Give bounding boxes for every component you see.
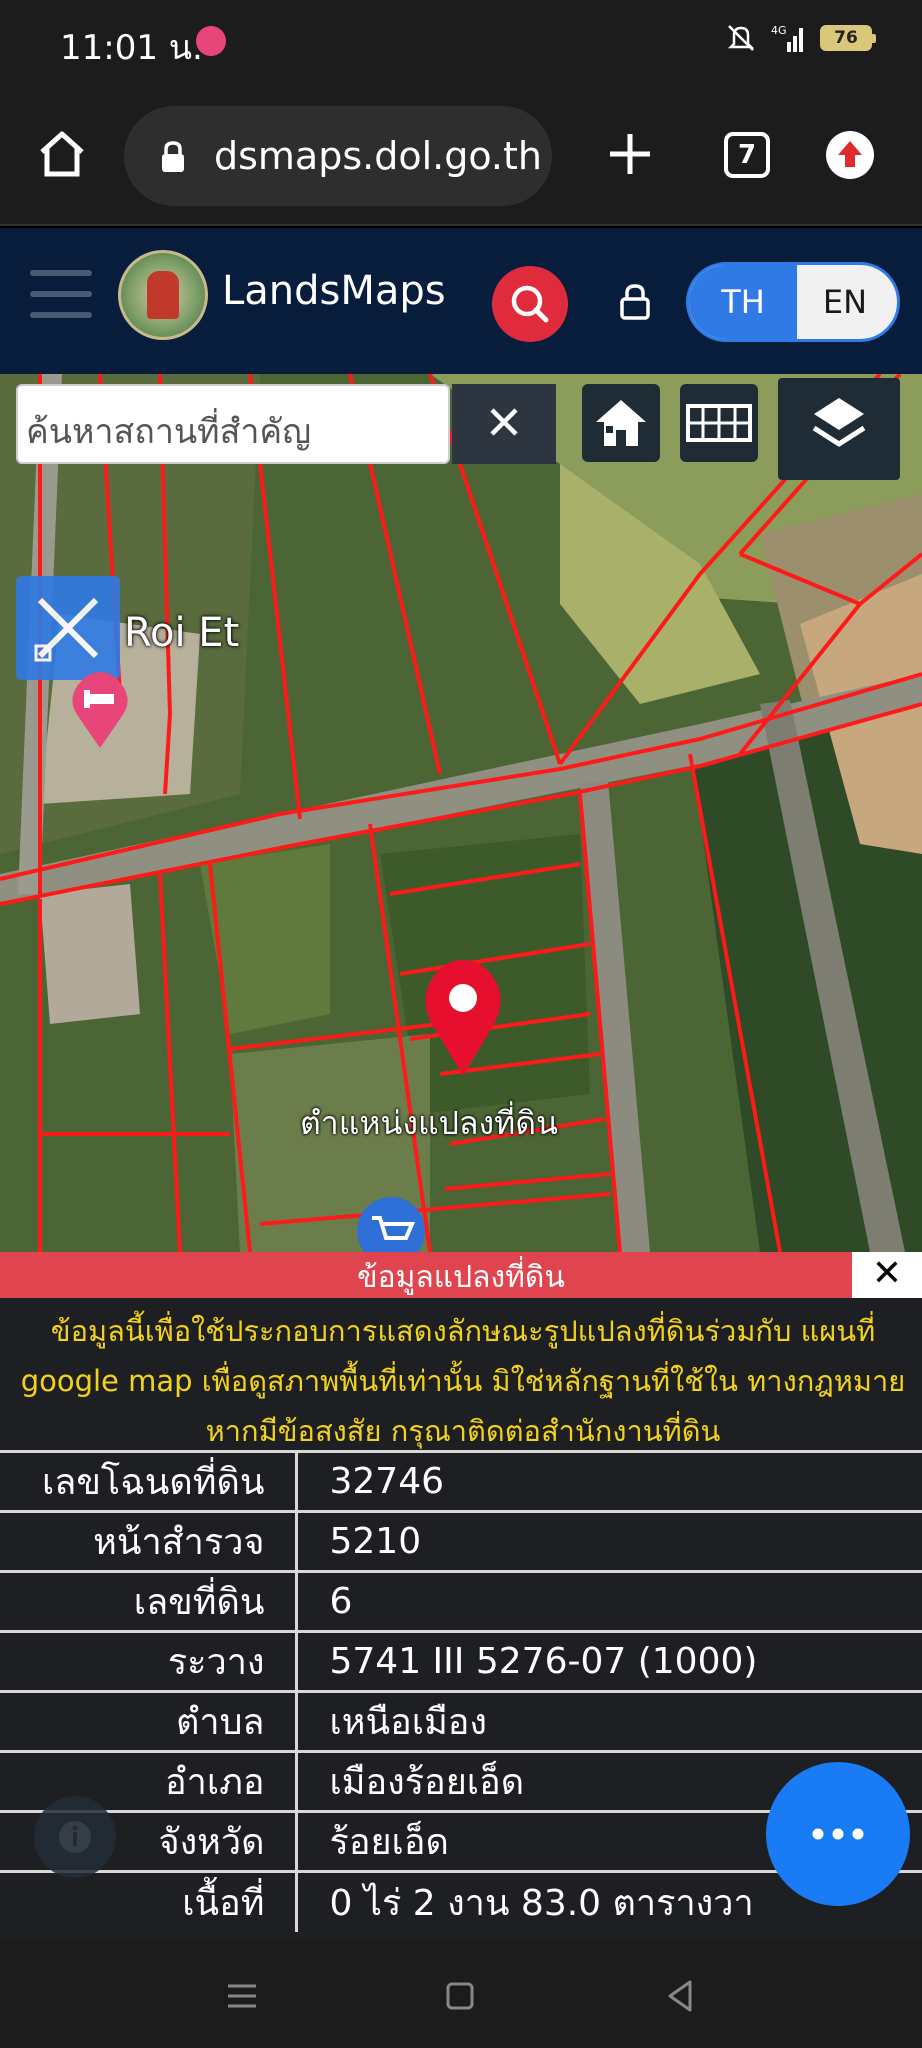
parcel-row: เลขโฉนดที่ดิน 32746 — [0, 1450, 922, 1512]
app-title: LandsMaps — [222, 268, 446, 314]
status-bar: 11:01 น. 4G 76 — [0, 0, 922, 84]
plus-icon[interactable] — [606, 130, 654, 178]
search-icon — [511, 285, 549, 323]
layers-button[interactable] — [778, 378, 900, 480]
browser-toolbar: dsmaps.dol.go.th 7 — [0, 84, 922, 226]
parcel-info-title: ข้อมูลแปลงที่ดิน — [357, 1260, 565, 1295]
grid-button[interactable] — [680, 384, 758, 462]
parcel-row: หน้าสำรวจ 5210 — [0, 1510, 922, 1572]
place-search-input[interactable]: ค้นหาสถานที่สำคัญ — [16, 384, 450, 464]
parcel-field-label: เนื้อที่ — [0, 1870, 298, 1932]
more-dots-icon — [812, 1828, 864, 1840]
login-lock-icon[interactable] — [616, 282, 654, 322]
parcel-pin-label: ตำแหน่งแปลงที่ดิน — [300, 1104, 558, 1142]
signal-4g-icon: 4G — [771, 24, 803, 52]
parcel-field-label: ระวาง — [0, 1630, 298, 1692]
update-arrow-icon[interactable] — [826, 131, 874, 179]
shopping-cart-pin-icon[interactable] — [354, 1194, 428, 1252]
place-label: Roi Et — [124, 610, 240, 656]
status-icons: 4G 76 — [726, 22, 876, 54]
back-icon[interactable] — [660, 1976, 700, 2016]
place-search-placeholder: ค้นหาสถานที่สำคัญ — [26, 412, 312, 452]
parcel-location-pin-icon[interactable] — [418, 958, 508, 1078]
recent-apps-icon[interactable] — [222, 1976, 262, 2016]
home-nav-icon[interactable] — [440, 1976, 480, 2016]
menu-icon[interactable] — [30, 270, 92, 320]
search-button[interactable] — [492, 266, 568, 342]
lock-icon — [162, 141, 184, 172]
parcel-field-label: หน้าสำรวจ — [0, 1510, 298, 1572]
address-bar[interactable]: dsmaps.dol.go.th — [124, 106, 552, 206]
parcel-field-value: 5741 III 5276-07 (1000) — [296, 1630, 922, 1692]
disclaimer-text: ข้อมูลนี้เพื่อใช้ประกอบการแสดงลักษณะรูปแ… — [20, 1314, 906, 1448]
dol-logo — [118, 250, 208, 340]
panda-app-icon — [196, 26, 226, 56]
lang-th-option[interactable]: TH — [689, 265, 797, 339]
layers-icon — [812, 398, 866, 447]
home-icon[interactable] — [36, 128, 88, 180]
satellite-map[interactable]: ค้นหาสถานที่สำคัญ Roi Et ตำแหน่งแปลงที่ด… — [0, 374, 922, 1252]
house-icon — [596, 400, 646, 446]
language-toggle[interactable]: TH EN — [686, 262, 900, 342]
battery-icon: 76 — [820, 25, 876, 51]
ruler-pencil-icon — [34, 597, 99, 662]
status-time: 11:01 น. — [60, 28, 203, 68]
clear-search-button[interactable] — [452, 384, 556, 464]
measure-tool-button[interactable] — [16, 576, 120, 680]
parcel-field-value: 32746 — [296, 1450, 922, 1512]
map-home-button[interactable] — [582, 384, 660, 462]
parcel-field-value: เหนือเมือง — [296, 1690, 922, 1752]
parcel-field-value: 5210 — [296, 1510, 922, 1572]
tabs-icon[interactable]: 7 — [724, 132, 770, 178]
hotel-pin-icon[interactable] — [66, 670, 134, 750]
lang-en-option[interactable]: EN — [793, 265, 897, 339]
info-button[interactable] — [34, 1796, 116, 1878]
parcel-row: เลขที่ดิน 6 — [0, 1570, 922, 1632]
chat-button[interactable] — [766, 1762, 910, 1906]
parcel-info-bar: ข้อมูลแปลงที่ดิน ✕ — [0, 1252, 922, 1298]
parcel-field-value: 6 — [296, 1570, 922, 1632]
info-icon — [59, 1821, 91, 1853]
parcel-row: ระวาง 5741 III 5276-07 (1000) — [0, 1630, 922, 1692]
close-icon — [490, 408, 518, 436]
svg-text:4G: 4G — [771, 24, 787, 37]
parcel-field-label: ตำบล — [0, 1690, 298, 1752]
app-header: LandsMaps TH EN — [0, 228, 922, 374]
close-info-button[interactable]: ✕ — [852, 1252, 922, 1298]
parcel-field-label: เลขโฉนดที่ดิน — [0, 1450, 298, 1512]
parcel-field-label: เลขที่ดิน — [0, 1570, 298, 1632]
grid-icon — [686, 404, 752, 442]
mute-icon — [727, 25, 755, 51]
system-nav-bar — [0, 1938, 922, 2048]
parcel-row: ตำบล เหนือเมือง — [0, 1690, 922, 1752]
url-text: dsmaps.dol.go.th — [214, 134, 542, 178]
